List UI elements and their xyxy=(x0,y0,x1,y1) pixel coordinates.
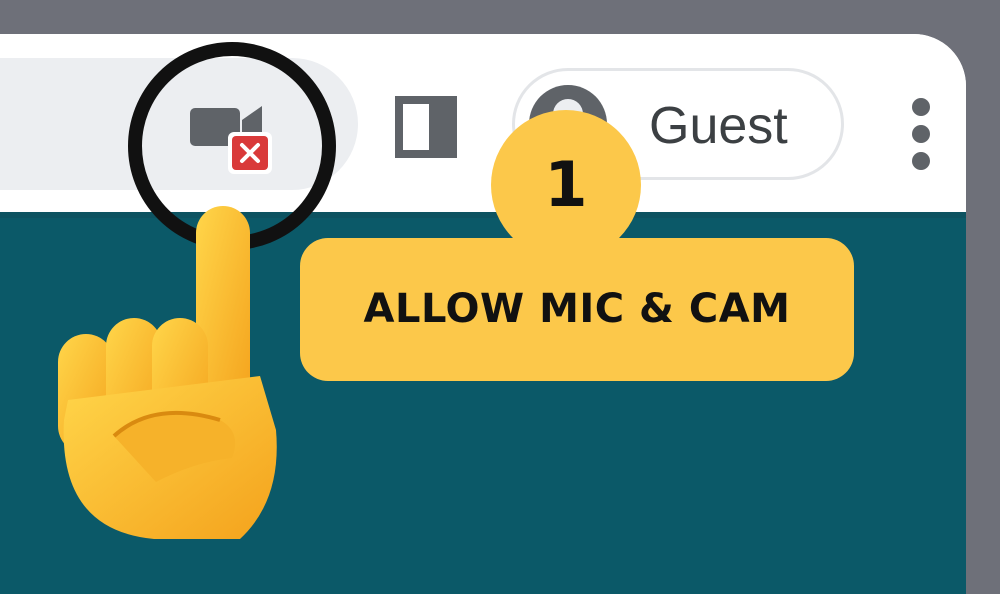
pointing-hand-emoji xyxy=(58,206,277,539)
instruction-callout: ALLOW MIC & CAM xyxy=(300,238,854,381)
vertical-ellipsis-icon[interactable] xyxy=(908,98,934,182)
side-panel-icon[interactable] xyxy=(395,96,457,158)
profile-label: Guest xyxy=(649,97,788,155)
